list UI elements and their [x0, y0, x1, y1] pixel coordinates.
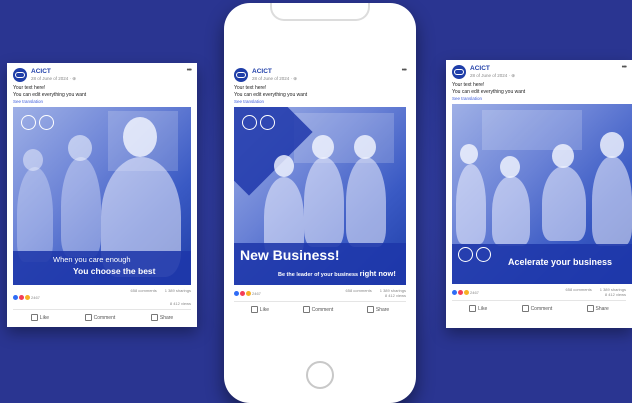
home-button[interactable] — [306, 361, 334, 389]
more-options-icon[interactable]: ••• — [187, 67, 192, 74]
post-text: Your text here! You can edit everything … — [13, 85, 87, 98]
post-header: ACICT 28 of June of 2024 · ⊕ ••• — [446, 60, 632, 82]
see-translation-link[interactable]: See translation — [7, 98, 197, 107]
headline: New Business! — [240, 247, 340, 263]
reactions[interactable]: 2467 — [452, 289, 479, 295]
reactions[interactable]: 2467 — [13, 294, 40, 300]
seal-icon — [21, 115, 36, 130]
page-avatar[interactable] — [452, 65, 466, 79]
views-count: 8 412 views — [384, 293, 406, 298]
left-post-card: ACICT 28 of June of 2024 · ⊕ ••• Your te… — [7, 63, 197, 327]
page-name[interactable]: ACICT — [31, 68, 51, 75]
more-options-icon[interactable]: ••• — [402, 67, 407, 74]
more-options-icon[interactable]: ••• — [622, 64, 627, 71]
post-date: 28 of June of 2024 · ⊕ — [470, 73, 516, 78]
share-button[interactable]: Share — [150, 314, 173, 321]
haha-reaction-icon — [464, 289, 469, 295]
page-avatar[interactable] — [234, 68, 248, 82]
post-image: New Business! Be the leader of your busi… — [234, 107, 406, 285]
page-name[interactable]: ACICT — [470, 65, 490, 72]
comments-count[interactable]: 658 comments — [566, 287, 592, 292]
overlay-line-2: You choose the best — [73, 266, 156, 276]
thumbs-up-icon — [30, 314, 38, 321]
comment-button[interactable]: Comment — [521, 305, 552, 312]
headline: Acelerate your business — [508, 257, 613, 267]
post-image: Acelerate your business — [452, 104, 632, 284]
like-reaction-icon — [234, 290, 239, 296]
post-header: ACICT 28 of June of 2024 · ⊕ ••• — [224, 63, 416, 85]
subline: Be the leader of your business right now… — [278, 269, 396, 278]
like-button[interactable]: Like — [469, 305, 487, 312]
post-stats: 2467 658 comments 1 389 sharings 8 412 v… — [224, 285, 416, 301]
love-reaction-icon — [240, 290, 245, 296]
right-post-card: ACICT 28 of June of 2024 · ⊕ ••• Your te… — [446, 60, 632, 328]
haha-reaction-icon — [246, 290, 251, 296]
love-reaction-icon — [19, 294, 24, 300]
post-text: Your text here! You can edit everything … — [234, 85, 308, 98]
like-button[interactable]: Like — [30, 314, 49, 321]
thumbs-up-icon — [250, 306, 258, 313]
phone-post-card: ACICT 28 of June of 2024 · ⊕ ••• Your te… — [224, 63, 416, 317]
comments-count[interactable]: 658 comments — [131, 288, 157, 293]
views-count: 8 412 views — [604, 292, 626, 297]
phone-notch — [270, 3, 370, 21]
comment-button[interactable]: Comment — [302, 306, 333, 313]
seal-icon — [476, 247, 491, 262]
share-button[interactable]: Share — [366, 306, 389, 313]
comment-button[interactable]: Comment — [84, 314, 115, 321]
overlay-line-1: When you care enough — [53, 255, 131, 264]
shares-count[interactable]: 1 389 sharings — [165, 288, 191, 293]
comment-icon — [302, 306, 310, 313]
post-header: ACICT 28 of June of 2024 · ⊕ ••• — [7, 63, 197, 85]
post-text: Your text here! You can edit everything … — [452, 82, 526, 95]
seal-icon — [39, 115, 54, 130]
post-actions: Like Comment Share — [452, 300, 626, 316]
post-actions: Like Comment Share — [234, 301, 406, 317]
see-translation-link[interactable]: See translation — [224, 98, 416, 107]
like-reaction-icon — [13, 294, 18, 300]
haha-reaction-icon — [25, 294, 30, 300]
post-stats: 2467 658 comments 1 389 sharings 8 412 v… — [446, 284, 632, 300]
thumbs-up-icon — [469, 305, 477, 312]
page-name[interactable]: ACICT — [252, 68, 272, 75]
comment-icon — [84, 314, 92, 321]
post-image: When you care enough You choose the best — [13, 107, 191, 285]
like-reaction-icon — [452, 289, 457, 295]
post-stats: 2467 658 comments 1 389 sharings 8 412 v… — [7, 285, 197, 309]
seal-icon — [260, 115, 275, 130]
share-icon — [586, 305, 594, 312]
page-avatar[interactable] — [13, 68, 27, 82]
seal-icon — [458, 247, 473, 262]
share-icon — [150, 314, 158, 321]
post-date: 28 of June of 2024 · ⊕ — [31, 76, 77, 81]
love-reaction-icon — [458, 289, 463, 295]
share-button[interactable]: Share — [586, 305, 609, 312]
phone-mockup: ACICT 28 of June of 2024 · ⊕ ••• Your te… — [224, 3, 416, 403]
comment-icon — [521, 305, 529, 312]
post-date: 28 of June of 2024 · ⊕ — [252, 76, 298, 81]
seal-icon — [242, 115, 257, 130]
comments-count[interactable]: 658 comments — [346, 288, 372, 293]
see-translation-link[interactable]: See translation — [446, 95, 632, 104]
like-button[interactable]: Like — [250, 306, 269, 313]
reactions[interactable]: 2467 — [234, 290, 261, 296]
views-count: 8 412 views — [169, 301, 191, 306]
post-actions: Like Comment Share — [13, 309, 191, 325]
share-icon — [366, 306, 374, 313]
